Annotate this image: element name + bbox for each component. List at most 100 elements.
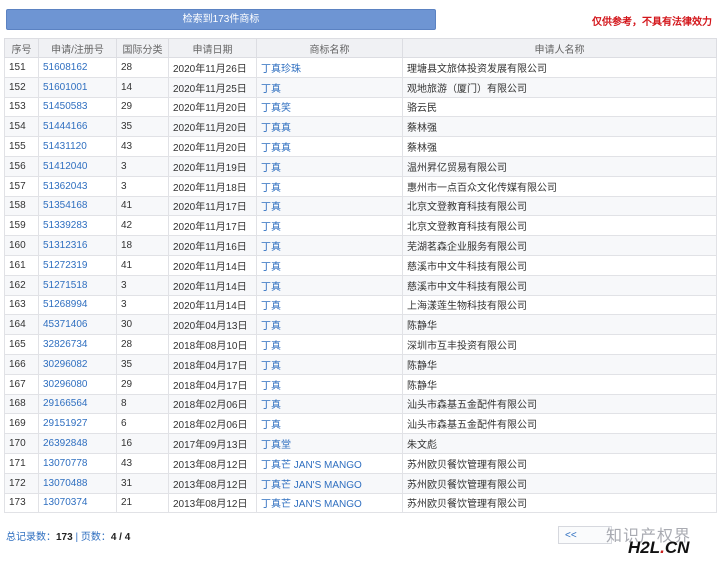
table-row: 152 51601001 14 2020年11月25日 丁真 观地旅游（厦门）有限公司 [4,76,717,98]
mark-name-link[interactable]: 丁真 [256,175,403,197]
reg-number-link[interactable]: 51608162 [38,57,117,78]
table-row: 171 13070778 43 2013年08月12日 丁真芒 JAN'S MANGO 苏… [4,452,717,474]
date-cell: 2020年11月14日 [168,294,257,316]
col-header-applicant[interactable]: 申请人名称 [402,38,717,58]
table-row: 169 29151927 6 2018年02月06日 丁真 汕头市森基五金配件有限公司 [4,413,717,435]
mark-name-link[interactable]: 丁真真 [256,116,403,138]
class-cell: 18 [116,235,169,256]
index-cell: 164 [4,314,39,336]
total-count: 173 [56,532,73,543]
mark-name-link[interactable]: 丁真笑 [256,96,403,118]
watermark-logo: H2L.CN [628,538,689,558]
reg-number-link[interactable]: 51431120 [38,136,117,157]
table-row: 172 13070488 31 2013年08月12日 丁真芒 JAN'S MANGO 苏… [4,472,717,494]
reg-number-link[interactable]: 51272319 [38,254,117,276]
mark-name-link[interactable]: 丁真 [256,215,403,237]
reg-number-link[interactable]: 29151927 [38,413,117,435]
mark-name-link[interactable]: 丁真堂 [256,433,403,454]
mark-name-link[interactable]: 丁真芒 JAN'S MANGO [256,472,403,494]
class-cell: 14 [116,76,169,98]
index-cell: 172 [4,472,39,494]
mark-name-link[interactable]: 丁真 [256,195,403,217]
toolbar: 检索到173件商标 仅供参考，不具有法律效力 [0,0,720,36]
applicant-cell: 骆云民 [402,96,717,118]
mark-name-link[interactable]: 丁真 [256,254,403,276]
reg-number-link[interactable]: 13070374 [38,492,117,514]
prev-page-button[interactable]: << [558,526,612,544]
class-cell: 8 [116,393,169,415]
reg-number-link[interactable]: 51601001 [38,76,117,98]
reg-number-link[interactable]: 51362043 [38,175,117,197]
mark-name-link[interactable]: 丁真 [256,155,403,177]
mark-name-link[interactable]: 丁真 [256,373,403,395]
applicant-cell: 陈静华 [402,314,717,336]
reg-number-link[interactable]: 51450583 [38,96,117,118]
class-cell: 28 [116,57,169,78]
mark-name-link[interactable]: 丁真 [256,334,403,355]
mark-name-link[interactable]: 丁真 [256,393,403,415]
applicant-cell: 陈静华 [402,353,717,375]
mark-name-link[interactable]: 丁真芒 JAN'S MANGO [256,452,403,474]
reg-number-link[interactable]: 51354168 [38,195,117,217]
mark-name-link[interactable]: 丁真芒 JAN'S MANGO [256,492,403,514]
table-row: 159 51339283 42 2020年11月17日 丁真 北京文登教育科技有限公司 [4,215,717,237]
index-cell: 153 [4,96,39,118]
reg-number-link[interactable]: 51268994 [38,294,117,316]
date-cell: 2020年11月16日 [168,235,257,256]
class-cell: 3 [116,155,169,177]
mark-name-link[interactable]: 丁真真 [256,136,403,157]
col-header-reg-no[interactable]: 申请/注册号 [38,38,117,58]
col-header-mark-name[interactable]: 商标名称 [256,38,403,58]
table-row: 168 29166564 8 2018年02月06日 丁真 汕头市森基五金配件有限公司 [4,393,717,415]
index-cell: 152 [4,76,39,98]
index-cell: 161 [4,254,39,276]
reg-number-link[interactable]: 51271518 [38,274,117,296]
applicant-cell: 苏州欧贝餐饮管理有限公司 [402,472,717,494]
reg-number-link[interactable]: 32826734 [38,334,117,355]
index-cell: 162 [4,274,39,296]
reg-number-link[interactable]: 30296082 [38,353,117,375]
col-header-date[interactable]: 申请日期 [168,38,257,58]
table-row: 173 13070374 21 2013年08月12日 丁真芒 JAN'S MANGO 苏… [4,492,717,514]
reg-number-link[interactable]: 26392848 [38,433,117,454]
mark-name-link[interactable]: 丁真 [256,294,403,316]
index-cell: 167 [4,373,39,395]
applicant-cell: 陈静华 [402,373,717,395]
reg-number-link[interactable]: 51412040 [38,155,117,177]
reg-number-link[interactable]: 51444166 [38,116,117,138]
index-cell: 160 [4,235,39,256]
mark-name-link[interactable]: 丁真 [256,76,403,98]
date-cell: 2018年08月10日 [168,334,257,355]
col-header-index[interactable]: 序号 [4,38,39,58]
class-cell: 35 [116,116,169,138]
reg-number-link[interactable]: 45371406 [38,314,117,336]
reg-number-link[interactable]: 51312316 [38,235,117,256]
mark-name-link[interactable]: 丁真珍珠 [256,57,403,78]
reg-number-link[interactable]: 30296080 [38,373,117,395]
date-cell: 2020年11月19日 [168,155,257,177]
date-cell: 2020年11月25日 [168,76,257,98]
date-cell: 2020年04月13日 [168,314,257,336]
applicant-cell: 上海漾莲生物科技有限公司 [402,294,717,316]
applicant-cell: 蔡林强 [402,136,717,157]
mark-name-link[interactable]: 丁真 [256,353,403,375]
class-cell: 43 [116,452,169,474]
applicant-cell: 汕头市森基五金配件有限公司 [402,413,717,435]
date-cell: 2020年11月20日 [168,136,257,157]
search-results-button[interactable]: 检索到173件商标 [6,9,436,30]
class-cell: 28 [116,334,169,355]
mark-name-link[interactable]: 丁真 [256,235,403,256]
reg-number-link[interactable]: 13070488 [38,472,117,494]
mark-name-link[interactable]: 丁真 [256,274,403,296]
date-cell: 2018年02月06日 [168,393,257,415]
disclaimer-text: 仅供参考，不具有法律效力 [592,17,712,28]
col-header-class[interactable]: 国际分类 [116,38,169,58]
reg-number-link[interactable]: 13070778 [38,452,117,474]
mark-name-link[interactable]: 丁真 [256,413,403,435]
applicant-cell: 芜湖茗森企业服务有限公司 [402,235,717,256]
reg-number-link[interactable]: 51339283 [38,215,117,237]
reg-number-link[interactable]: 29166564 [38,393,117,415]
applicant-cell: 慈溪市中文牛科技有限公司 [402,274,717,296]
results-table: 序号 申请/注册号 国际分类 申请日期 商标名称 申请人名称 151 516081… [4,38,717,514]
mark-name-link[interactable]: 丁真 [256,314,403,336]
